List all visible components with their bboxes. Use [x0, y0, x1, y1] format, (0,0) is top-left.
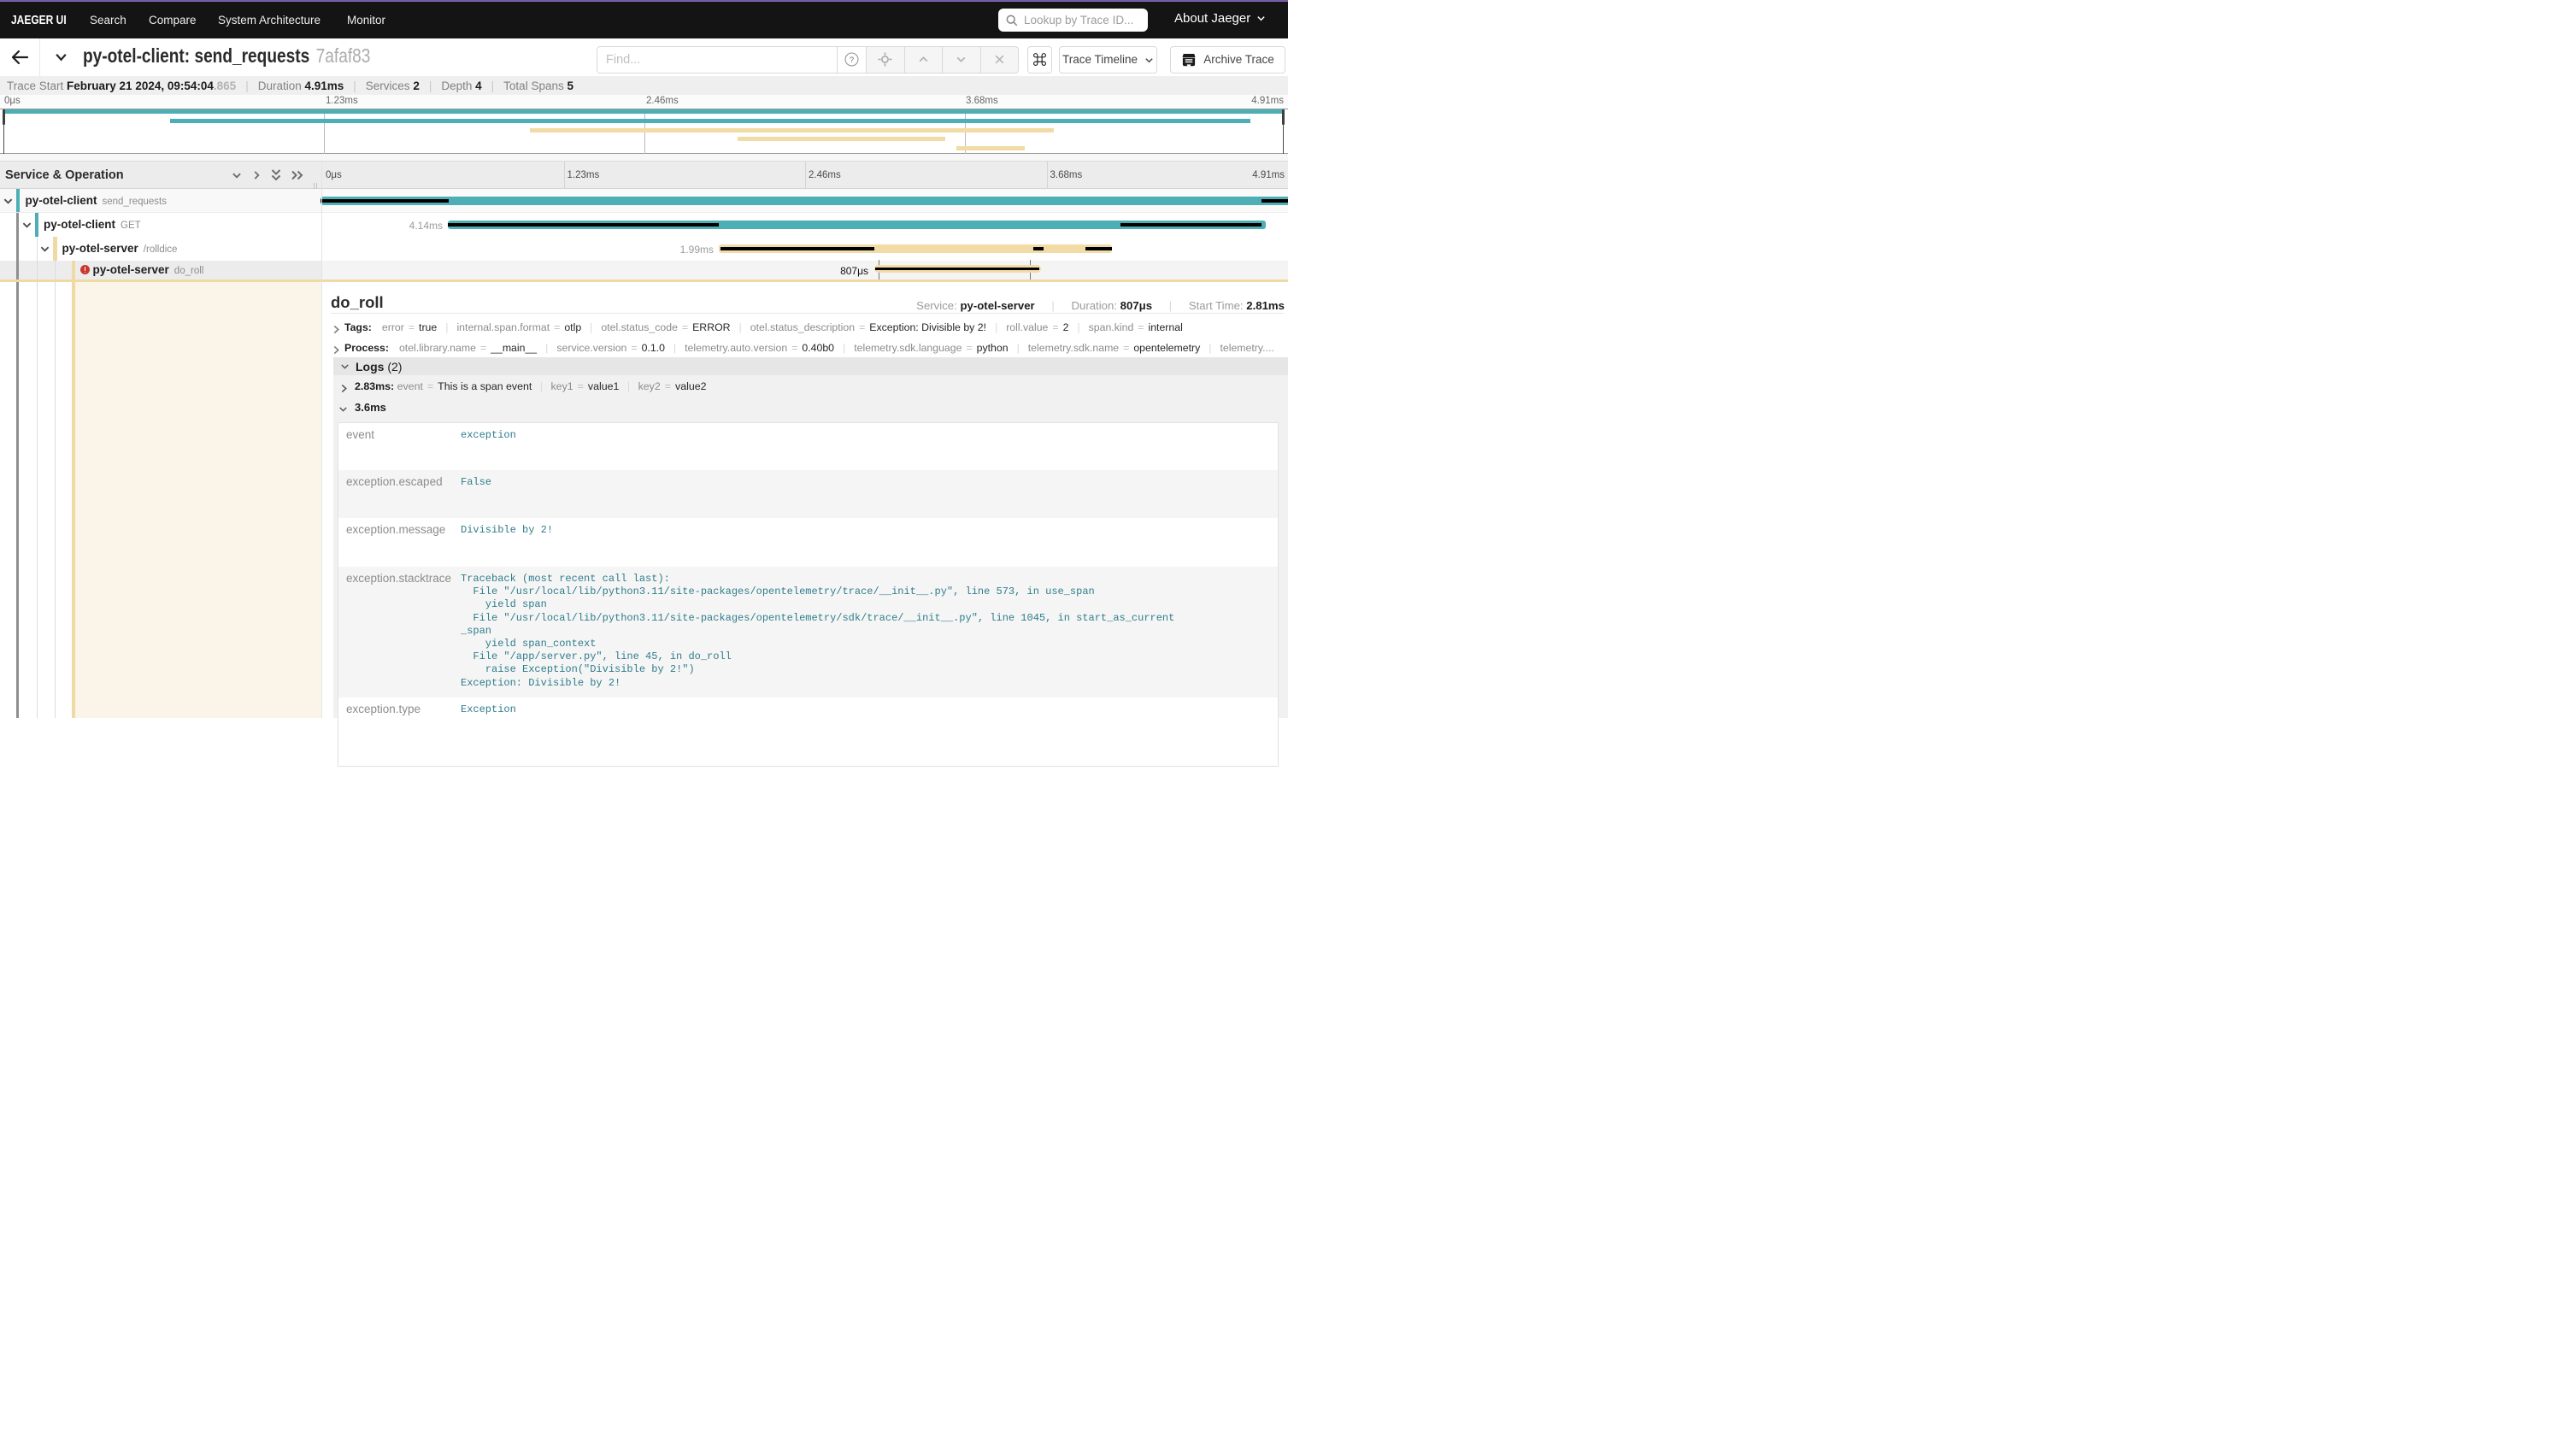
svg-text:?: ? [850, 56, 854, 64]
